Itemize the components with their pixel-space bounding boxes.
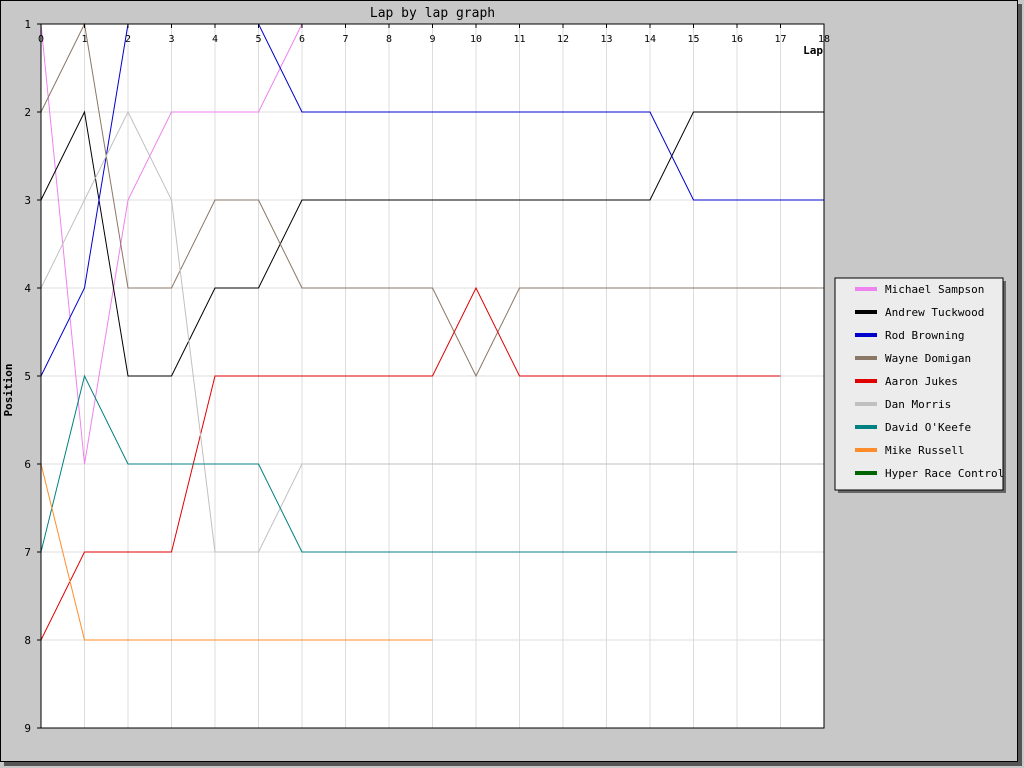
- x-tick-label: 0: [38, 34, 44, 45]
- x-tick-label: 1: [81, 34, 87, 45]
- legend-label: Aaron Jukes: [885, 375, 958, 388]
- legend-label: Rod Browning: [885, 329, 964, 342]
- chart-canvas: 0 1 2 3 4 5 6 7 8 9 10 11 12 13 14 15 16 17 18 123456789 L…: [0, 0, 1024, 768]
- y-tick-label: 2: [24, 106, 31, 119]
- legend-label: Mike Russell: [885, 444, 964, 457]
- legend-label: Wayne Domigan: [885, 352, 971, 365]
- legend: Michael Sampson Andrew Tuckwood Rod Browni…: [834, 277, 1006, 493]
- y-tick-label: 4: [24, 282, 31, 295]
- legend-label: David O'Keefe: [885, 421, 971, 434]
- legend-label: Hyper Race Control: [885, 467, 1004, 480]
- y-tick-label: 7: [24, 546, 31, 559]
- chart-title: Lap by lap graph: [370, 6, 495, 21]
- legend-label: Andrew Tuckwood: [885, 306, 984, 319]
- x-tick-label: 7: [342, 34, 348, 45]
- x-tick-label: 4: [212, 34, 218, 45]
- y-axis-ticks: 1 2 3 4 5 6 7 8 9: [24, 18, 41, 735]
- x-tick-label: 3: [168, 34, 174, 45]
- x-tick-label: 8: [386, 34, 392, 45]
- y-tick-label: 8: [24, 634, 31, 647]
- lap-chart: 0 1 2 3 4 5 6 7 8 9 10 11 12 13 14 15 16 17 18 123456789 L…: [2, 6, 1006, 735]
- x-tick-label: 6: [299, 34, 305, 45]
- legend-label: Michael Sampson: [885, 283, 984, 296]
- x-tick-label: 14: [644, 34, 656, 45]
- x-tick-label: 12: [557, 34, 569, 45]
- x-tick-label: 5: [255, 34, 261, 45]
- y-tick-label: 5: [24, 370, 31, 383]
- y-tick-label: 3: [24, 194, 31, 207]
- legend-label: Dan Morris: [885, 398, 951, 411]
- x-tick-label: 17: [774, 34, 786, 45]
- y-axis-label: Position: [2, 364, 15, 417]
- x-tick-label: 15: [687, 34, 699, 45]
- x-tick-label: 13: [600, 34, 612, 45]
- x-tick-label: 10: [470, 34, 482, 45]
- x-tick-label: 9: [429, 34, 435, 45]
- y-tick-label: 9: [24, 722, 31, 735]
- x-axis-label: Lap: [803, 44, 823, 57]
- y-tick-label: 6: [24, 458, 31, 471]
- x-tick-label: 16: [731, 34, 743, 45]
- x-tick-label: 11: [513, 34, 525, 45]
- x-tick-label: 2: [125, 34, 131, 45]
- y-tick-label: 1: [24, 18, 31, 31]
